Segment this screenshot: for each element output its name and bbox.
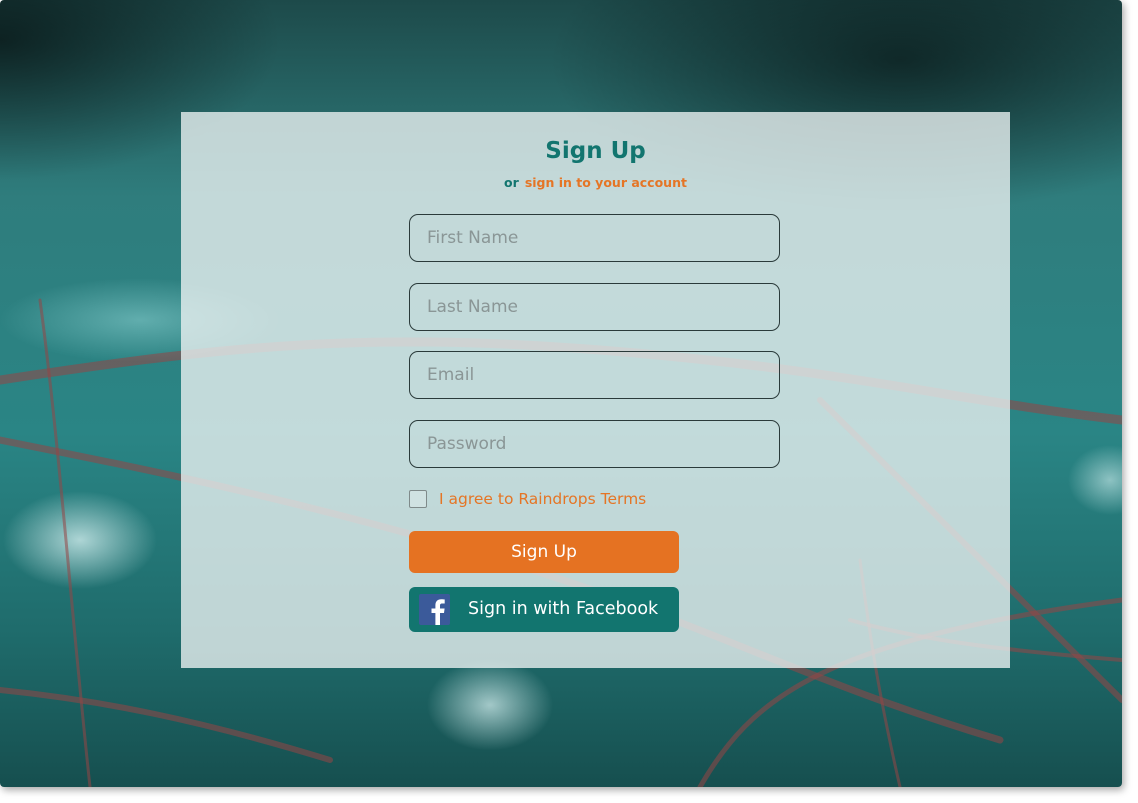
- terms-checkbox[interactable]: [409, 490, 427, 508]
- first-name-input[interactable]: [409, 214, 780, 262]
- facebook-signin-button[interactable]: Sign in with Facebook: [409, 587, 679, 632]
- last-name-input[interactable]: [409, 283, 780, 331]
- facebook-button-label: Sign in with Facebook: [468, 599, 659, 619]
- page-title: Sign Up: [545, 138, 646, 164]
- terms-agreement: I agree to Raindrops Terms: [409, 489, 646, 509]
- terms-label[interactable]: I agree to Raindrops Terms: [439, 490, 646, 508]
- signin-prompt: or sign in to your account: [181, 175, 1010, 190]
- email-input[interactable]: [409, 351, 780, 399]
- facebook-icon: [419, 594, 450, 625]
- signup-card: Sign Up or sign in to your account I agre…: [181, 112, 1010, 668]
- background-image: Sign Up or sign in to your account I agre…: [0, 0, 1122, 787]
- signin-link[interactable]: sign in to your account: [525, 175, 687, 190]
- or-text: or: [504, 175, 519, 190]
- signup-button[interactable]: Sign Up: [409, 531, 679, 573]
- password-input[interactable]: [409, 420, 780, 468]
